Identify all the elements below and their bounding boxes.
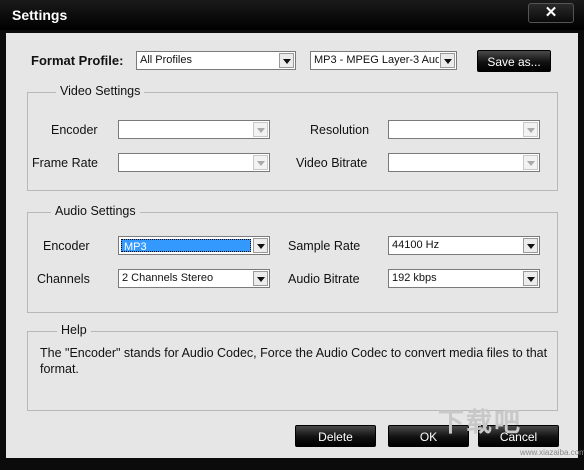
chevron-down-icon[interactable] bbox=[253, 238, 268, 253]
chevron-down-icon[interactable] bbox=[523, 238, 538, 253]
profile-category-select[interactable]: All Profiles bbox=[136, 51, 296, 70]
chevron-down-icon[interactable] bbox=[279, 53, 294, 68]
chevron-down-icon[interactable] bbox=[523, 155, 538, 170]
audio-encoder-value: MP3 bbox=[124, 241, 147, 253]
video-settings-legend: Video Settings bbox=[56, 84, 145, 98]
format-profile-label: Format Profile: bbox=[31, 53, 124, 68]
window-title: Settings bbox=[12, 7, 68, 23]
chevron-down-icon[interactable] bbox=[253, 271, 268, 286]
frame-rate-label: Frame Rate bbox=[32, 156, 98, 170]
video-bitrate-select[interactable] bbox=[388, 153, 540, 172]
sample-rate-value: 44100 Hz bbox=[392, 239, 440, 251]
watermark-logo: 下载吧 bbox=[438, 407, 523, 437]
delete-button[interactable]: Delete bbox=[295, 425, 376, 447]
audio-settings-legend: Audio Settings bbox=[51, 204, 140, 218]
resolution-label: Resolution bbox=[310, 123, 370, 137]
audio-settings-group bbox=[27, 212, 558, 313]
close-icon: ✕ bbox=[544, 4, 558, 21]
watermark-url: www.xiazaiba.com bbox=[520, 448, 584, 457]
audio-bitrate-value: 192 kbps bbox=[392, 272, 437, 284]
format-value: MP3 - MPEG Layer-3 Audio bbox=[314, 54, 439, 66]
chevron-down-icon[interactable] bbox=[440, 53, 455, 68]
audio-bitrate-label: Audio Bitrate bbox=[288, 272, 360, 286]
chevron-down-icon[interactable] bbox=[523, 122, 538, 137]
close-button[interactable]: ✕ bbox=[528, 3, 574, 23]
sample-rate-select[interactable]: 44100 Hz bbox=[388, 236, 540, 255]
video-encoder-label: Encoder bbox=[51, 123, 98, 137]
audio-encoder-label: Encoder bbox=[43, 239, 90, 253]
video-encoder-select[interactable] bbox=[118, 120, 270, 139]
dialog-body: Format Profile: All Profiles MP3 - MPEG … bbox=[6, 33, 578, 458]
frame-rate-select[interactable] bbox=[118, 153, 270, 172]
help-legend: Help bbox=[57, 323, 91, 337]
settings-window: Settings ✕ Format Profile: All Profiles … bbox=[0, 0, 584, 470]
video-settings-group bbox=[27, 92, 558, 191]
channels-label: Channels bbox=[37, 272, 90, 286]
title-bar[interactable]: Settings ✕ bbox=[0, 0, 584, 30]
selected-highlight: MP3 bbox=[121, 239, 251, 253]
audio-bitrate-select[interactable]: 192 kbps bbox=[388, 269, 540, 288]
save-as-button[interactable]: Save as... bbox=[477, 50, 551, 72]
profile-category-value: All Profiles bbox=[140, 54, 192, 66]
channels-value: 2 Channels Stereo bbox=[122, 272, 214, 284]
help-text: The "Encoder" stands for Audio Codec, Fo… bbox=[40, 346, 548, 376]
chevron-down-icon[interactable] bbox=[253, 122, 268, 137]
audio-encoder-select[interactable]: MP3 bbox=[118, 236, 270, 255]
video-bitrate-label: Video Bitrate bbox=[296, 156, 368, 170]
chevron-down-icon[interactable] bbox=[253, 155, 268, 170]
format-select[interactable]: MP3 - MPEG Layer-3 Audio bbox=[310, 51, 457, 70]
resolution-select[interactable] bbox=[388, 120, 540, 139]
chevron-down-icon[interactable] bbox=[523, 271, 538, 286]
sample-rate-label: Sample Rate bbox=[288, 239, 361, 253]
channels-select[interactable]: 2 Channels Stereo bbox=[118, 269, 270, 288]
